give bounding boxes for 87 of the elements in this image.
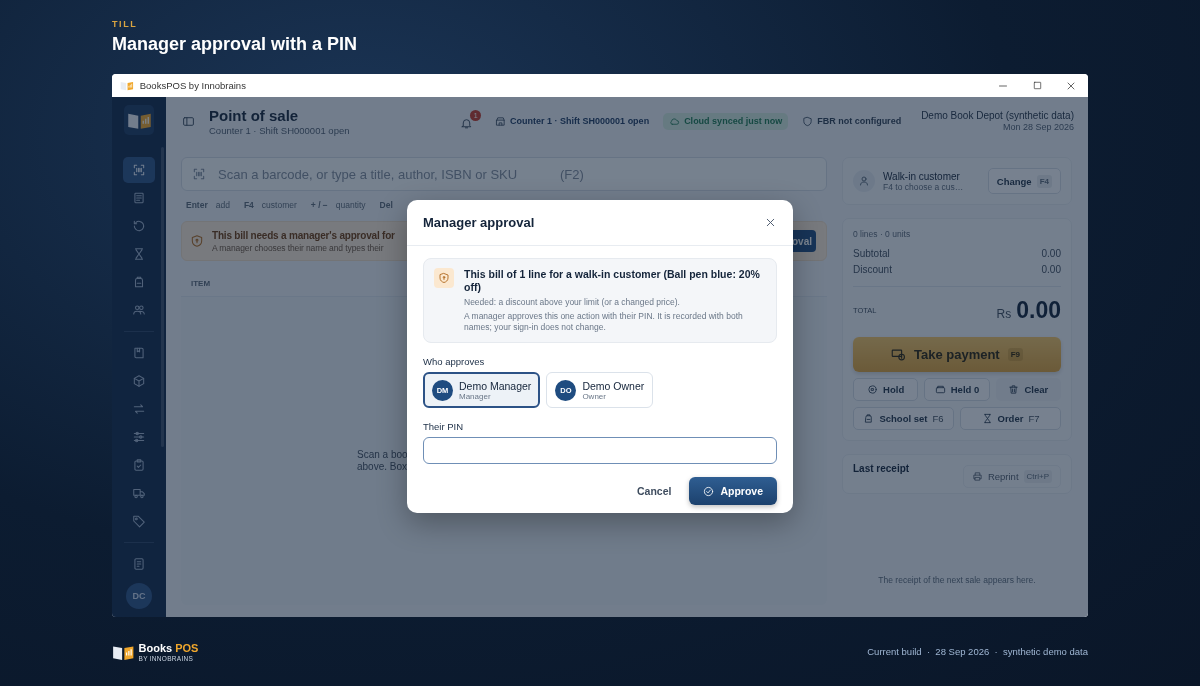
- build-info: Current build · 28 Sep 2026 · synthetic demo data: [867, 646, 1088, 657]
- panel-icon: [182, 114, 195, 128]
- cloud-icon: [669, 115, 681, 127]
- pin-field[interactable]: [423, 437, 777, 464]
- sidebar-item[interactable]: [123, 157, 155, 183]
- change-customer-button[interactable]: Change F4: [987, 168, 1061, 194]
- total-label: Subtotal: [853, 247, 890, 261]
- shortcut-key: F7: [1028, 413, 1040, 424]
- sliders-icon: [132, 430, 146, 444]
- approver-role: Manager: [459, 391, 491, 401]
- shortcut-key: Del: [379, 200, 393, 210]
- dialog-title: Manager approval: [423, 215, 535, 230]
- total-label: Discount: [853, 263, 892, 277]
- notice-title: This bill of 1 line for a walk-in customer (Ball pen blue: 20% off): [464, 268, 761, 294]
- empty-cart-text: Scan a boo above. Box: [357, 449, 408, 473]
- shield-icon: [802, 115, 814, 127]
- store-icon: [495, 115, 507, 127]
- barcode-scan-icon: [132, 163, 146, 177]
- user-avatar[interactable]: DC: [126, 583, 152, 609]
- shortcut-key: F4: [243, 200, 254, 210]
- shield-icon: [190, 234, 204, 248]
- sync-status-text: Cloud synced just now: [684, 116, 783, 126]
- store-name: Demo Book Depot (synthetic data): [921, 110, 1074, 121]
- shortcut-key: Enter: [186, 200, 208, 210]
- users-icon: [132, 303, 146, 317]
- page-title: Manager approval with a PIN: [112, 34, 359, 55]
- brand-name: Books POS: [138, 641, 199, 654]
- hourglass-icon: [132, 247, 146, 261]
- receipt-icon: [132, 191, 146, 205]
- app-logo-icon: [120, 80, 134, 91]
- window-title: BooksPOS by Innobrains: [139, 80, 246, 91]
- action-button[interactable]: Hold: [853, 378, 919, 401]
- total-value: 0.00: [1041, 263, 1061, 277]
- screen-subtitle: Counter 1 · Shift SH000001 open: [209, 124, 350, 136]
- truck-icon: [132, 486, 146, 500]
- notice-text: A manager approves this one action with their PIN. It is recorded with both names; your sign-in does not change.: [464, 311, 744, 333]
- total-value: 0.00: [1041, 247, 1061, 261]
- check-icon: [703, 485, 715, 497]
- box-icon: [132, 374, 146, 388]
- shortcut-action: quantity: [335, 200, 366, 210]
- sidebar-toggle-button[interactable]: [182, 114, 195, 128]
- close-button[interactable]: [764, 216, 777, 229]
- backpack-icon: [863, 413, 875, 424]
- shortcut-key: F6: [932, 413, 944, 424]
- clipboard-icon: [132, 458, 146, 472]
- currency: Rs: [996, 307, 1012, 321]
- current-date: Mon 28 Sep 2026: [1001, 122, 1074, 132]
- approver-role: Owner: [582, 391, 607, 401]
- approve-button[interactable]: Approve: [689, 477, 777, 505]
- barcode-scan-icon: [192, 167, 206, 181]
- screen-title: Point of sale: [209, 106, 300, 124]
- shortcut-key: F4: [1036, 174, 1052, 188]
- action-button[interactable]: School set F6: [853, 407, 954, 430]
- card-title: Last receipt: [853, 463, 910, 474]
- refresh-icon: [132, 219, 146, 233]
- trash-icon: [1008, 384, 1020, 395]
- tray-icon: [934, 384, 946, 395]
- stop-icon: [867, 384, 879, 395]
- column-header: ITEM: [191, 279, 211, 288]
- approver-name: Demo Owner: [582, 379, 645, 392]
- cancel-button[interactable]: Cancel: [630, 485, 678, 497]
- document-icon: [132, 557, 146, 571]
- banner-title: This bill needs a manager's approval for: [212, 229, 395, 241]
- action-button[interactable]: Order F7: [960, 407, 1061, 430]
- field-label: Who approves: [423, 356, 486, 367]
- field-label: Their PIN: [423, 421, 465, 432]
- arrows-icon: [132, 402, 146, 416]
- approver-name: Demo Manager: [459, 379, 532, 392]
- customer-name: Walk-in customer: [883, 170, 961, 182]
- close-icon: [764, 216, 777, 229]
- book-icon: [132, 346, 146, 360]
- fbr-status-text: FBR not configured: [817, 116, 902, 126]
- maximize-icon: [1031, 80, 1043, 91]
- cash-icon: [890, 347, 906, 362]
- printer-icon: [971, 470, 983, 482]
- counter-status-text: Counter 1 · Shift SH000001 open: [510, 116, 650, 126]
- notice-reason: Needed: a discount above your limit (or a changed price).: [464, 297, 681, 307]
- backpack-icon: [132, 275, 146, 289]
- section-label: TILL: [112, 19, 139, 29]
- action-button[interactable]: Held 0: [924, 378, 990, 401]
- hourglass-icon: [981, 413, 993, 424]
- shortcut-key: + / −: [310, 200, 328, 210]
- grand-total: 0.00: [1016, 297, 1061, 324]
- tag-icon: [132, 514, 146, 528]
- take-payment-button[interactable]: Take payment F9: [853, 337, 1061, 372]
- bell-icon: [460, 117, 474, 130]
- person-icon: [858, 175, 870, 187]
